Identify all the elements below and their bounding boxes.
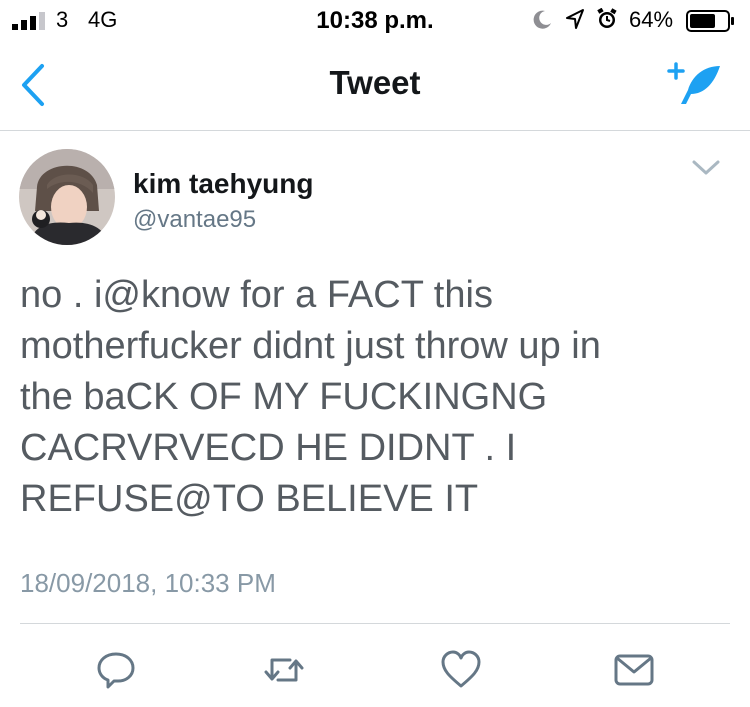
location-icon — [566, 9, 584, 29]
author-handle[interactable]: @vantae95 — [133, 206, 256, 234]
author-name[interactable]: kim taehyung — [133, 168, 313, 200]
alarm-icon — [597, 8, 617, 28]
moon-icon — [533, 10, 551, 29]
battery-percent: 64% — [629, 7, 674, 32]
battery-icon — [686, 10, 734, 32]
dm-icon[interactable] — [612, 648, 656, 692]
like-icon[interactable] — [439, 648, 483, 692]
page-title: Tweet — [329, 64, 421, 101]
reply-icon[interactable] — [94, 648, 138, 692]
tweet-text: no . i@know for a FACT this motherfucker… — [20, 274, 601, 520]
compose-tweet-icon[interactable] — [664, 60, 724, 110]
retweet-icon[interactable] — [262, 648, 306, 692]
avatar[interactable] — [19, 149, 115, 245]
tweet-timestamp: 18/09/2018, 10:33 PM — [20, 568, 276, 598]
avatar-photo — [19, 149, 115, 245]
nav-bar: Tweet — [0, 42, 750, 131]
divider — [20, 623, 730, 624]
chevron-down-icon[interactable] — [690, 158, 722, 178]
status-bar: 3 4G 10:38 p.m. 64% — [0, 0, 750, 42]
